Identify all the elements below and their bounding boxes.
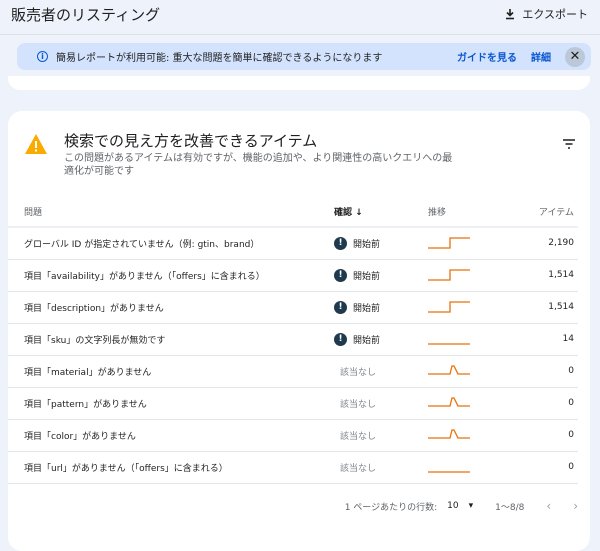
issues-card: 検索での見え方を改善できるアイテム この問題があるアイテムは有効ですが、機能の追… [8,111,590,551]
trend-sparkline [428,364,470,375]
details-link[interactable]: 詳細 [531,49,551,64]
pagination: 1 ページあたりの行数: 10 ▾ 1～8/8 ‹ › [8,499,578,513]
status-label: 該当なし [340,367,377,378]
rows-per-page-label: 1 ページあたりの行数: [344,502,438,513]
sort-arrow-icon: ↓ [355,208,363,218]
next-page-button[interactable]: › [573,499,578,513]
trend-sparkline [428,396,470,407]
alert-icon: ! [334,300,347,314]
trend-cell [428,259,528,292]
card-title: 検索での見え方を改善できるアイテム [64,132,318,150]
issue-name: 項目「material」がありません [8,355,334,388]
card-subtitle: この問題があるアイテムは有効ですが、機能の追加や、より関連性の高いクエリへの最適… [64,153,453,177]
table-row[interactable]: 項目「description」がありません ! 開始前 1,514 [8,291,578,324]
table-row[interactable]: 項目「pattern」がありません 該当なし 0 [8,387,578,420]
issue-name: 項目「availability」がありません（「offers」に含まれる） [8,259,334,292]
status-cell: 該当なし [334,419,428,452]
issue-name: グローバル ID が指定されていません（例: gtin、brand） [8,227,334,260]
info-banner: i 簡易レポートが利用可能: 重大な問題を簡単に確認できるようになります ガイド… [17,43,591,70]
alert-icon: ! [334,332,347,346]
status-label: 開始前 [353,335,381,346]
issue-name: 項目「pattern」がありません [8,387,334,420]
trend-sparkline [428,428,470,439]
status-cell: 該当なし [334,451,428,484]
item-count: 14 [528,323,578,356]
status-label: 開始前 [353,271,381,282]
page-range: 1～8/8 [495,502,525,513]
guide-link[interactable]: ガイドを見る [457,49,517,64]
table-row[interactable]: 項目「availability」がありません（「offers」に含まれる） ! 開… [8,259,578,292]
column-status[interactable]: 確認 ↓ [334,197,428,228]
alert-icon: ! [334,236,347,250]
warning-icon [25,134,47,154]
status-label: 該当なし [340,431,377,442]
table-row[interactable]: 項目「color」がありません 該当なし 0 [8,419,578,452]
issue-name: 項目「url」がありません（「offers」に含まれる） [8,451,334,484]
trend-sparkline [428,237,470,249]
filter-icon[interactable] [562,139,576,149]
status-label: 開始前 [353,239,381,250]
column-issue: 問題 [8,197,334,228]
issue-name: 項目「color」がありません [8,419,334,452]
export-button[interactable]: エクスポート [504,6,588,22]
download-icon [506,9,515,20]
trend-cell [428,451,528,484]
status-cell: 該当なし [334,355,428,388]
table-row[interactable]: 項目「url」がありません（「offers」に含まれる） 該当なし 0 [8,451,578,484]
status-label: 該当なし [340,463,377,474]
trend-sparkline [428,300,470,313]
item-count: 0 [528,419,578,452]
issues-table: 問題 確認 ↓ 推移 アイテム グローバル ID が指定されていません（例: g… [8,197,578,484]
status-cell: 該当なし [334,387,428,420]
status-cell: ! 開始前 [334,259,428,292]
previous-page-button[interactable]: ‹ [546,499,551,513]
trend-sparkline [428,268,470,281]
column-trend: 推移 [428,197,528,228]
status-cell: ! 開始前 [334,323,428,356]
table-row[interactable]: 項目「material」がありません 該当なし 0 [8,355,578,388]
trend-sparkline [428,342,470,345]
status-label: 該当なし [340,399,377,410]
status-label: 開始前 [353,303,381,314]
item-count: 1,514 [528,291,578,324]
item-count: 1,514 [528,259,578,292]
close-icon[interactable]: ✕ [565,46,585,67]
trend-sparkline [428,470,470,473]
trend-cell [428,355,528,388]
rows-per-page-select[interactable]: 10 ▾ [447,501,473,511]
item-count: 2,190 [528,227,578,260]
trend-cell [428,323,528,356]
trend-cell [428,419,528,452]
status-cell: ! 開始前 [334,227,428,260]
item-count: 0 [528,355,578,388]
issue-name: 項目「sku」の文字列長が無効です [8,323,334,356]
item-count: 0 [528,387,578,420]
trend-cell [428,227,528,260]
page-title: 販売者のリスティング [11,6,161,24]
trend-cell [428,387,528,420]
status-cell: ! 開始前 [334,291,428,324]
trend-cell [428,291,528,324]
table-row[interactable]: 項目「sku」の文字列長が無効です ! 開始前 14 [8,323,578,356]
info-icon: i [37,51,48,62]
alert-icon: ! [334,268,347,282]
banner-message: 簡易レポートが利用可能: 重大な問題を簡単に確認できるようになります [56,53,383,64]
column-items: アイテム [528,197,578,228]
issue-name: 項目「description」がありません [8,291,334,324]
item-count: 0 [528,451,578,484]
table-row[interactable]: グローバル ID が指定されていません（例: gtin、brand） ! 開始前 … [8,227,578,260]
card-fragment [8,76,590,90]
page-header: 販売者のリスティング エクスポート [0,0,600,35]
dropdown-arrow-icon: ▾ [468,501,474,511]
